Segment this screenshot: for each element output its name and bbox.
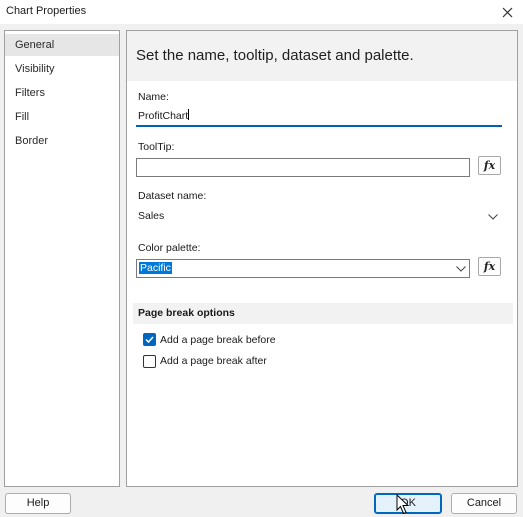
sidebar-nav: General Visibility Filters Fill Border bbox=[4, 30, 120, 487]
name-label: Name: bbox=[138, 91, 169, 103]
palette-label: Color palette: bbox=[138, 242, 201, 254]
panel-header-text: Set the name, tooltip, dataset and palet… bbox=[136, 47, 414, 64]
page-break-before-label[interactable]: Add a page break before bbox=[160, 334, 276, 346]
window-title: Chart Properties bbox=[6, 5, 87, 17]
cancel-button[interactable]: Cancel bbox=[451, 493, 517, 514]
help-button[interactable]: Help bbox=[5, 493, 71, 514]
name-value: ProfitChart bbox=[138, 110, 189, 122]
close-button[interactable] bbox=[495, 2, 519, 22]
checkmark-icon bbox=[145, 336, 154, 344]
page-break-before-checkbox[interactable] bbox=[143, 333, 156, 346]
dataset-select[interactable]: Sales bbox=[136, 207, 502, 226]
dataset-label: Dataset name: bbox=[138, 190, 207, 202]
sidebar-item-general[interactable]: General bbox=[5, 34, 119, 56]
sidebar-item-filters[interactable]: Filters bbox=[5, 82, 119, 104]
tooltip-expression-button[interactable]: fx bbox=[478, 156, 501, 175]
page-break-after-checkbox[interactable] bbox=[143, 355, 156, 368]
palette-expression-button[interactable]: fx bbox=[478, 257, 501, 276]
general-panel: Set the name, tooltip, dataset and palet… bbox=[126, 30, 518, 487]
sidebar-item-visibility[interactable]: Visibility bbox=[5, 58, 119, 80]
palette-select[interactable]: Pacific bbox=[136, 259, 470, 278]
page-break-section: Page break options bbox=[133, 303, 513, 324]
mouse-cursor-icon bbox=[396, 494, 410, 515]
fx-icon: fx bbox=[483, 159, 496, 172]
title-bar: Chart Properties bbox=[0, 0, 523, 24]
chevron-down-icon bbox=[488, 214, 498, 220]
chart-properties-dialog: Chart Properties General Visibility Filt… bbox=[0, 0, 523, 517]
panel-header: Set the name, tooltip, dataset and palet… bbox=[127, 31, 517, 81]
sidebar-item-fill[interactable]: Fill bbox=[5, 106, 119, 128]
tooltip-input[interactable] bbox=[136, 158, 470, 177]
chevron-down-icon bbox=[456, 266, 466, 272]
fx-icon: fx bbox=[483, 260, 496, 273]
palette-value: Pacific bbox=[139, 262, 172, 274]
text-caret bbox=[188, 109, 190, 120]
page-break-title: Page break options bbox=[138, 307, 235, 319]
page-break-after-label[interactable]: Add a page break after bbox=[160, 355, 267, 367]
close-icon bbox=[502, 7, 512, 17]
tooltip-label: ToolTip: bbox=[138, 141, 175, 153]
sidebar-item-border[interactable]: Border bbox=[5, 130, 119, 152]
dataset-value: Sales bbox=[138, 210, 165, 222]
name-input[interactable]: ProfitChart bbox=[136, 108, 502, 127]
